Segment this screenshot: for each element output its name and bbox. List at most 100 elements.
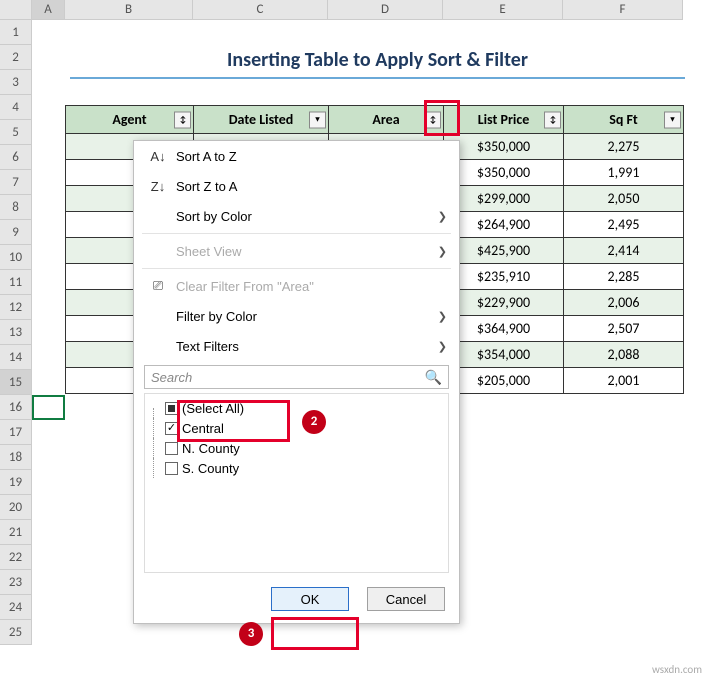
filter-btn-area[interactable]: ↕: [424, 111, 441, 128]
cell[interactable]: 2,495: [564, 212, 684, 238]
cell[interactable]: $350,000: [444, 160, 564, 186]
filter-btn-date[interactable]: ▾: [309, 111, 326, 128]
row-3[interactable]: 3: [0, 70, 32, 95]
chevron-right-icon: ❯: [438, 310, 447, 323]
filter-item-label: N. County: [182, 441, 240, 456]
callout-3: 3: [239, 622, 263, 646]
filter-item-central[interactable]: Central: [147, 418, 446, 438]
col-b[interactable]: B: [65, 0, 193, 19]
row-12[interactable]: 12: [0, 295, 32, 320]
clear-filter-icon: ⎚: [146, 278, 170, 294]
menu-sort-az[interactable]: A↓Sort A to Z: [134, 141, 459, 171]
cell[interactable]: $364,900: [444, 316, 564, 342]
checkbox-checked[interactable]: [165, 422, 178, 435]
column-headers: A B C D E F: [0, 0, 683, 20]
row-headers: 1 2 3 4 5 6 7 8 9 10 11 12 13 14 15 16 1…: [0, 20, 32, 645]
menu-sort-za[interactable]: Z↓Sort Z to A: [134, 171, 459, 201]
th-agent: Agent↕: [66, 106, 194, 134]
cell[interactable]: $235,910: [444, 264, 564, 290]
filter-btn-sqft[interactable]: ▾: [664, 111, 681, 128]
row-8[interactable]: 8: [0, 195, 32, 220]
filter-item-label: S. County: [182, 461, 239, 476]
dropdown-icon: ▾: [670, 115, 674, 125]
chevron-right-icon: ❯: [438, 340, 447, 353]
cell[interactable]: 2,006: [564, 290, 684, 316]
chevron-right-icon: ❯: [438, 245, 447, 258]
cell[interactable]: $350,000: [444, 134, 564, 160]
filter-item-scounty[interactable]: S. County: [147, 458, 446, 478]
chevron-right-icon: ❯: [438, 210, 447, 223]
cell[interactable]: 2,275: [564, 134, 684, 160]
cancel-button[interactable]: Cancel: [367, 587, 445, 611]
filter-search-input[interactable]: [151, 370, 425, 385]
th-date: Date Listed▾: [194, 106, 329, 134]
row-6[interactable]: 6: [0, 145, 32, 170]
menu-sheet-view: Sheet View ❯: [134, 236, 459, 266]
row-25[interactable]: 25: [0, 620, 32, 645]
row-22[interactable]: 22: [0, 545, 32, 570]
col-e[interactable]: E: [443, 0, 563, 19]
row-11[interactable]: 11: [0, 270, 32, 295]
row-18[interactable]: 18: [0, 445, 32, 470]
ok-button[interactable]: OK: [271, 587, 349, 611]
cell[interactable]: 1,991: [564, 160, 684, 186]
menu-sort-color-label: Sort by Color: [176, 209, 252, 224]
corner-cell[interactable]: [0, 0, 32, 19]
menu-text-filters[interactable]: Text Filters❯: [134, 331, 459, 361]
row-20[interactable]: 20: [0, 495, 32, 520]
cell[interactable]: 2,088: [564, 342, 684, 368]
filter-search[interactable]: 🔍: [144, 365, 449, 389]
cell[interactable]: 2,001: [564, 368, 684, 394]
th-sqft-label: Sq Ft: [609, 111, 638, 128]
row-5[interactable]: 5: [0, 120, 32, 145]
filter-item-ncounty[interactable]: N. County: [147, 438, 446, 458]
menu-clear-label: Clear Filter From "Area": [176, 279, 314, 294]
col-f[interactable]: F: [563, 0, 683, 19]
active-cell-a15[interactable]: [32, 395, 65, 420]
row-16[interactable]: 16: [0, 395, 32, 420]
cell[interactable]: 2,414: [564, 238, 684, 264]
menu-sheet-view-label: Sheet View: [176, 244, 242, 259]
cell[interactable]: $205,000: [444, 368, 564, 394]
row-19[interactable]: 19: [0, 470, 32, 495]
col-d[interactable]: D: [328, 0, 443, 19]
filter-value-list[interactable]: (Select All) Central N. County S. County: [144, 393, 449, 573]
row-15[interactable]: 15: [0, 370, 32, 395]
row-17[interactable]: 17: [0, 420, 32, 445]
col-a[interactable]: A: [32, 0, 65, 19]
page-title: Inserting Table to Apply Sort & Filter: [70, 48, 685, 72]
row-4[interactable]: 4: [0, 95, 32, 120]
row-10[interactable]: 10: [0, 245, 32, 270]
cell[interactable]: 2,050: [564, 186, 684, 212]
menu-sort-za-label: Sort Z to A: [176, 179, 237, 194]
col-c[interactable]: C: [193, 0, 328, 19]
cell[interactable]: $354,000: [444, 342, 564, 368]
cell[interactable]: $229,900: [444, 290, 564, 316]
row-9[interactable]: 9: [0, 220, 32, 245]
row-21[interactable]: 21: [0, 520, 32, 545]
row-24[interactable]: 24: [0, 595, 32, 620]
cell[interactable]: $264,900: [444, 212, 564, 238]
search-icon: 🔍: [425, 369, 442, 386]
cell[interactable]: $425,900: [444, 238, 564, 264]
row-7[interactable]: 7: [0, 170, 32, 195]
filter-item-select-all[interactable]: (Select All): [147, 398, 446, 418]
checkbox-mixed[interactable]: [165, 402, 178, 415]
row-2[interactable]: 2: [0, 45, 32, 70]
checkbox-unchecked[interactable]: [165, 462, 178, 475]
menu-sort-color[interactable]: Sort by Color ❯: [134, 201, 459, 231]
sort-icon: ↕: [180, 114, 186, 125]
filter-context-menu: A↓Sort A to Z Z↓Sort Z to A Sort by Colo…: [133, 140, 460, 624]
cell[interactable]: 2,507: [564, 316, 684, 342]
row-14[interactable]: 14: [0, 345, 32, 370]
filter-btn-price[interactable]: ↕: [544, 111, 561, 128]
cell[interactable]: $299,000: [444, 186, 564, 212]
filter-btn-agent[interactable]: ↕: [174, 111, 191, 128]
row-23[interactable]: 23: [0, 570, 32, 595]
menu-filter-color[interactable]: Filter by Color❯: [134, 301, 459, 331]
checkbox-unchecked[interactable]: [165, 442, 178, 455]
cell[interactable]: 2,285: [564, 264, 684, 290]
row-13[interactable]: 13: [0, 320, 32, 345]
th-area-label: Area: [372, 111, 399, 128]
row-1[interactable]: 1: [0, 20, 32, 45]
